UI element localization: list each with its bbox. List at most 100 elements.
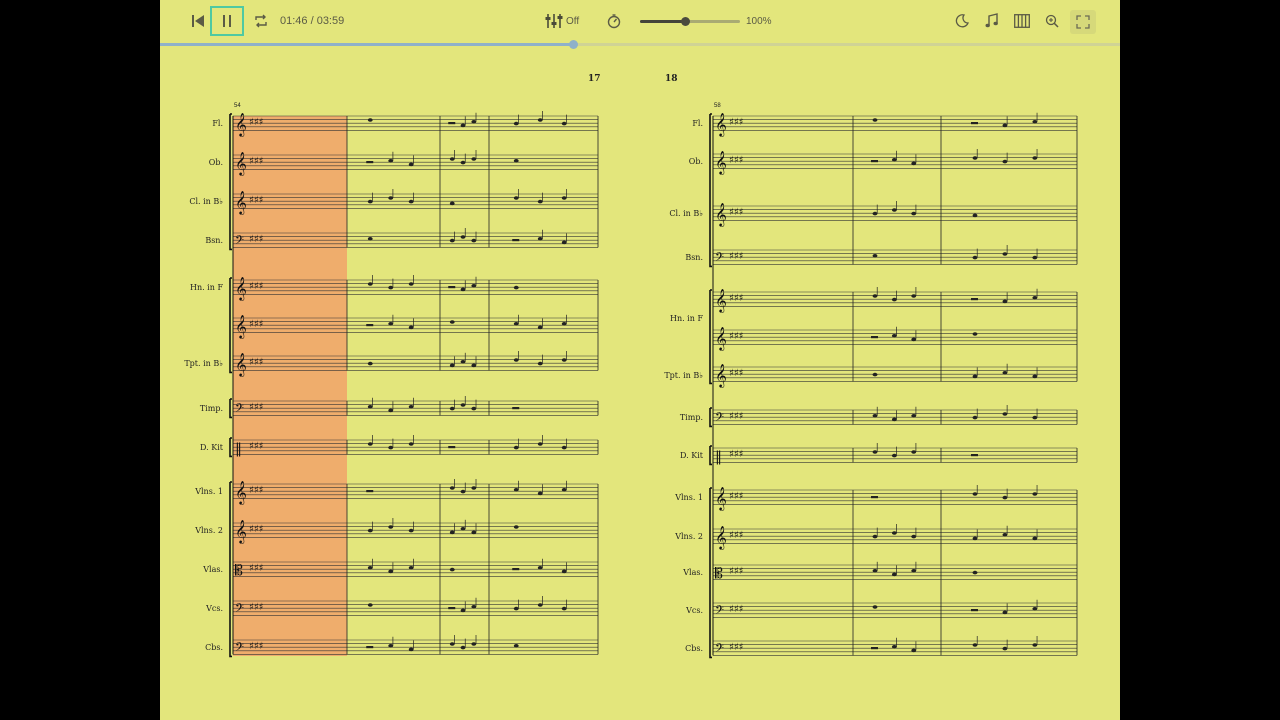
- note-head: [561, 240, 567, 245]
- note-head: [972, 415, 978, 420]
- night-mode-button[interactable]: [952, 8, 972, 34]
- note-head: [388, 525, 394, 529]
- bass-clef: 𝄢: [235, 641, 244, 657]
- fullscreen-button[interactable]: [1070, 10, 1096, 34]
- staff-bracket: [229, 481, 232, 658]
- notes-button[interactable]: [982, 8, 1002, 34]
- piano-icon: [1014, 14, 1030, 28]
- note-head: [471, 530, 477, 535]
- treble-clef: 𝄞: [715, 363, 727, 388]
- note-head: [872, 605, 878, 609]
- piano-button[interactable]: [1012, 8, 1032, 34]
- key-signature: ♯♯♯: [249, 563, 264, 574]
- treble-clef: 𝄞: [715, 288, 727, 313]
- key-signature: ♯♯♯: [249, 485, 264, 496]
- instrument-label: Tpt. in B♭: [664, 371, 703, 380]
- note-head: [388, 408, 394, 413]
- instrument-label: Bsn.: [685, 253, 703, 262]
- note-head: [460, 360, 466, 364]
- rest: [366, 490, 374, 493]
- treble-clef: 𝄞: [235, 314, 247, 339]
- note-head: [561, 606, 567, 611]
- note-head: [367, 199, 373, 204]
- note-head: [513, 644, 519, 648]
- rest: [971, 298, 978, 301]
- key-signature: ♯♯♯: [729, 207, 744, 218]
- zoom-button[interactable]: [1042, 8, 1062, 34]
- key-signature: ♯♯♯: [729, 117, 744, 128]
- rest: [448, 286, 456, 289]
- note-head: [537, 325, 543, 330]
- note-head: [388, 569, 394, 574]
- zoom-icon: [1045, 14, 1059, 28]
- note-head: [972, 332, 978, 336]
- instrument-label: Fl.: [692, 119, 703, 128]
- key-signature: ♯♯♯: [249, 117, 264, 128]
- instrument-label: Fl.: [212, 119, 223, 128]
- notes-icon: [985, 13, 998, 28]
- loop-button[interactable]: [250, 8, 272, 34]
- volume-slider[interactable]: [640, 17, 740, 26]
- note-head: [1032, 120, 1038, 124]
- staff-bracket: [229, 398, 232, 419]
- note-head: [471, 486, 477, 490]
- night-mode-icon: [955, 14, 969, 28]
- note-head: [561, 445, 567, 450]
- note-head: [1032, 492, 1038, 496]
- skip-back-button[interactable]: [188, 8, 208, 34]
- instrument-label: Vlns. 2: [194, 526, 223, 535]
- key-signature: ♯♯♯: [249, 357, 264, 368]
- key-signature: ♯♯♯: [729, 566, 744, 577]
- pause-icon: [223, 15, 231, 27]
- rest: [871, 160, 878, 163]
- playback-time: 01:46 / 03:59: [280, 15, 345, 27]
- note-head: [537, 237, 543, 241]
- note-head: [460, 527, 466, 531]
- note-head: [449, 530, 455, 535]
- note-head: [449, 567, 455, 572]
- note-head: [408, 405, 414, 409]
- treble-clef: 𝄞: [235, 190, 247, 215]
- treble-clef: 𝄞: [715, 486, 727, 511]
- rest: [366, 161, 374, 164]
- mixer-button[interactable]: [543, 8, 565, 34]
- note-head: [537, 199, 543, 204]
- key-signature: ♯♯♯: [729, 491, 744, 502]
- note-head: [872, 414, 878, 418]
- note-head: [471, 642, 477, 646]
- note-head: [872, 534, 878, 539]
- progress-bar[interactable]: [160, 40, 1120, 49]
- bass-clef: 𝄢: [715, 411, 724, 427]
- pause-button[interactable]: [210, 6, 244, 36]
- key-signature: ♯♯♯: [249, 524, 264, 535]
- treble-clef: 𝄞: [715, 525, 727, 550]
- treble-clef: 𝄞: [715, 202, 727, 227]
- note-head: [471, 238, 477, 243]
- score-viewer: Fl. Ob. Cl. in B♭ Bsn. Hn. in F Tpt. in B♭ Tim…: [160, 0, 1120, 720]
- treble-clef: 𝄞: [715, 112, 727, 137]
- note-head: [367, 528, 373, 533]
- note-head: [911, 569, 917, 573]
- note-head: [891, 297, 897, 302]
- metronome-button[interactable]: [604, 8, 624, 34]
- note-head: [367, 405, 373, 409]
- volume-slider-fill: [640, 20, 685, 23]
- note-head: [872, 294, 878, 298]
- volume-slider-handle[interactable]: [681, 17, 690, 26]
- alto-clef: 𝄡: [715, 566, 723, 582]
- rest: [512, 239, 520, 242]
- note-head: [367, 603, 373, 607]
- progress-bar-handle[interactable]: [568, 40, 578, 49]
- note-head: [449, 363, 455, 368]
- note-head: [911, 414, 917, 418]
- staff-bracket: [709, 487, 712, 659]
- note-head: [388, 445, 394, 450]
- note-head: [367, 237, 373, 241]
- rest: [366, 324, 374, 327]
- note-head: [537, 118, 543, 122]
- note-head: [367, 442, 373, 446]
- note-head: [561, 488, 567, 492]
- note-head: [460, 235, 466, 239]
- note-head: [471, 363, 477, 368]
- note-head: [513, 121, 519, 126]
